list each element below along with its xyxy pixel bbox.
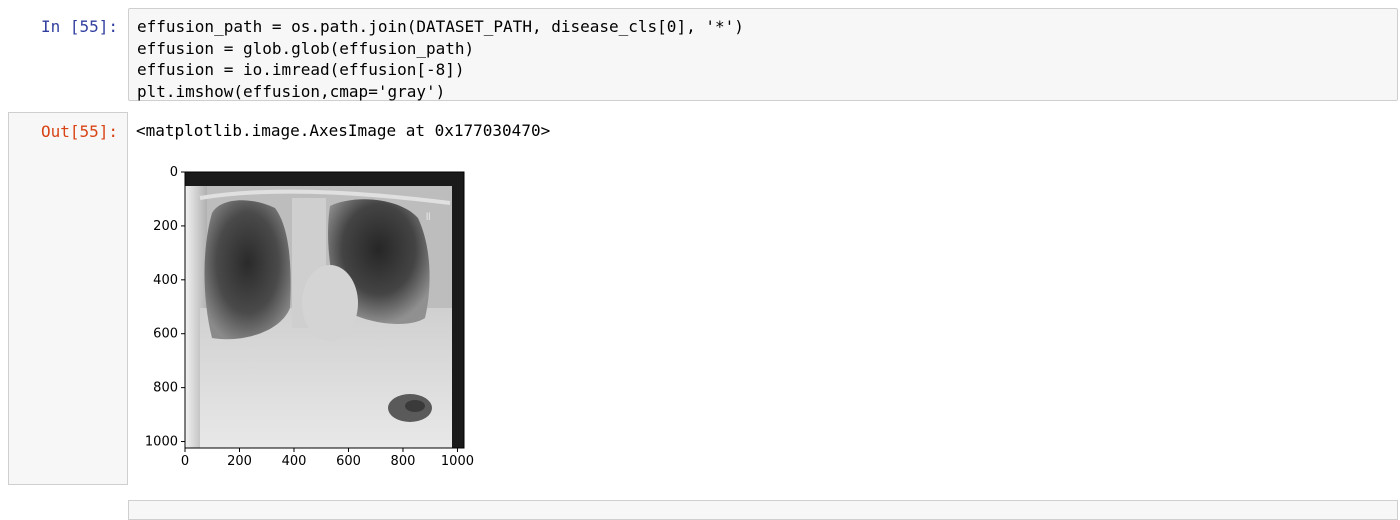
code-line: effusion_path = os.path.join(DATASET_PAT… bbox=[137, 17, 744, 36]
x-tick-label: 400 bbox=[282, 454, 307, 469]
y-tick-label: 1000 bbox=[145, 435, 178, 450]
output-prompt-area[interactable] bbox=[8, 112, 128, 485]
y-tick-label: 0 bbox=[170, 165, 178, 180]
code-input-area[interactable]: effusion_path = os.path.join(DATASET_PAT… bbox=[128, 8, 1398, 101]
x-tick-label: 1000 bbox=[441, 454, 474, 469]
xray-plot: ll 0 200 400 600 800 100002004006008001000 bbox=[145, 165, 474, 469]
code-line: effusion = io.imread(effusion[-8]) bbox=[137, 60, 465, 79]
x-tick-label: 600 bbox=[336, 454, 361, 469]
output-text: <matplotlib.image.AxesImage at 0x1770304… bbox=[136, 121, 551, 140]
output-prompt: Out[55]: bbox=[40, 122, 118, 141]
x-tick-label: 800 bbox=[391, 454, 416, 469]
y-tick-label: 200 bbox=[153, 219, 178, 234]
next-cell-input[interactable] bbox=[128, 500, 1398, 520]
svg-text:ll: ll bbox=[426, 212, 430, 223]
code-line: plt.imshow(effusion,cmap='gray') bbox=[137, 81, 446, 101]
x-tick-label: 0 bbox=[181, 454, 189, 469]
y-tick-label: 800 bbox=[153, 381, 178, 396]
xray-image: ll bbox=[185, 172, 464, 448]
y-tick-label: 600 bbox=[153, 327, 178, 342]
x-tick-label: 200 bbox=[227, 454, 252, 469]
code-line: effusion = glob.glob(effusion_path) bbox=[137, 38, 475, 58]
code-editor[interactable]: effusion_path = os.path.join(DATASET_PAT… bbox=[137, 16, 744, 102]
input-prompt: In [55]: bbox=[40, 17, 118, 36]
y-tick-label: 400 bbox=[153, 273, 178, 288]
